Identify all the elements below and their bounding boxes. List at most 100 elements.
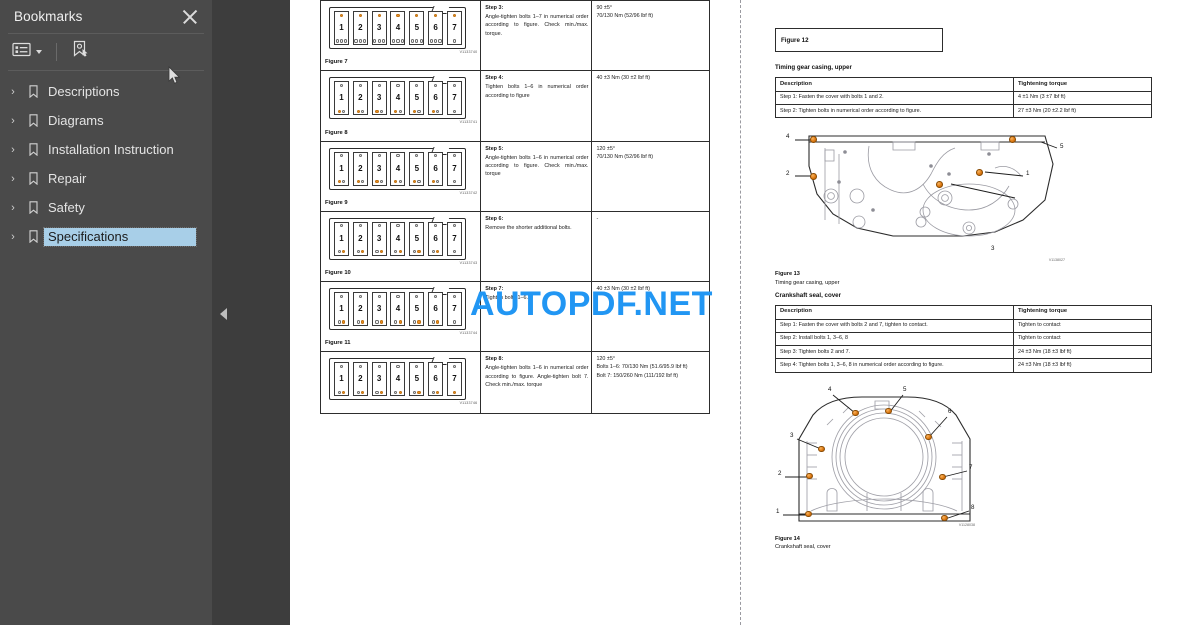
- sidebar-item-specifications[interactable]: › Specifications: [0, 222, 212, 251]
- bolt-cell: 6: [428, 292, 444, 326]
- figure-cell: 1 2 3 4 5 6 7 V1133742 Figure 9: [319, 140, 482, 212]
- bolt-cell: 1: [334, 362, 349, 397]
- bolt-cell: 5: [409, 151, 425, 186]
- sidebar-item-label: Repair: [48, 170, 87, 186]
- list-options-icon: [12, 42, 31, 62]
- step-title: Step 6:: [485, 215, 504, 222]
- column-header-torque: Tightening torque: [1013, 304, 1152, 320]
- bolt-cell: 7: [446, 151, 462, 186]
- new-bookmark-button[interactable]: [69, 37, 92, 67]
- figure-caption: Figure 9: [325, 199, 348, 206]
- table-row: 1 2 3 4 5 6 7 V1133744 Figure 11 Step 7:…: [319, 280, 710, 353]
- image-code: V1133742: [459, 190, 478, 195]
- callout-3: 3: [790, 431, 794, 439]
- step-description-cell: Step 7: Tighten bolts 1–6.: [480, 280, 593, 353]
- figure-13-diagram: 4 2 1 5 3 V1138027: [773, 124, 1073, 264]
- image-code: V1133746: [459, 401, 478, 406]
- torque-cell: 40 ±3 Nm (30 ±2 lbf ft): [591, 280, 710, 353]
- expander-icon[interactable]: ›: [4, 86, 22, 98]
- image-code: V1133740: [459, 50, 478, 54]
- table-row: 1 2 3 4 5 6 7 V1133746 Step 8: Angle-tig…: [319, 351, 710, 414]
- torque-cell: -: [591, 210, 710, 283]
- table-row: Step 2: Install bolts 1, 3–6, 8 Tighten …: [775, 331, 1152, 347]
- sidebar-item-safety[interactable]: › Safety: [0, 193, 212, 222]
- table-row: Step 3: Tighten bolts 2 and 7. 24 ±3 Nm …: [775, 345, 1152, 360]
- document-page-left: 1 2 3 4 5 6 7 V1133740 Figure 7 Step 3: …: [319, 0, 710, 625]
- step-title: Step 8:: [485, 356, 504, 363]
- bookmark-icon: [22, 143, 44, 156]
- bolt-cell: 7: [446, 11, 462, 45]
- sidebar-item-label: Specifications: [43, 226, 197, 247]
- figure-12-box: Figure 12: [775, 28, 943, 52]
- torque-cell: 90 ±5° 70/130 Nm (52/96 lbf ft): [591, 0, 710, 72]
- bookmark-icon: [22, 201, 44, 214]
- bolt-cell: 3: [371, 151, 387, 186]
- expander-icon[interactable]: ›: [4, 115, 22, 127]
- bolt-cell: 5: [409, 11, 425, 45]
- step-description-cell: Step 5: Angle-tighten bolts 1–6 in numer…: [480, 140, 593, 212]
- sidebar-item-repair[interactable]: › Repair: [0, 164, 212, 193]
- torque-value: -: [596, 215, 599, 222]
- sidebar-item-label: Descriptions: [48, 83, 120, 99]
- step-body: Tighten bolts 1–6 in numerical order acc…: [485, 84, 589, 99]
- figure-caption: Figure 7: [325, 59, 348, 66]
- step-description-cell: Step 3: Angle-tighten bolts 1–7 in numer…: [480, 0, 593, 72]
- sidebar-item-label: Safety: [48, 199, 85, 215]
- step-body: Angle-tighten bolts 1–6 in numerical ord…: [485, 154, 589, 178]
- callout-2: 2: [786, 170, 790, 178]
- figure-14-label: Figure 14: [775, 535, 800, 542]
- cell-description: Step 2: Install bolts 1, 3–6, 8: [775, 331, 1014, 347]
- figure-14-diagram: 4 5 6 3 2 7 1 8 V1128038: [767, 381, 1037, 531]
- bookmark-icon: [22, 230, 44, 243]
- sidebar-item-installation-instruction[interactable]: › Installation Instruction: [0, 135, 212, 164]
- bolt-cell: 4: [390, 292, 406, 326]
- list-options-button[interactable]: [10, 39, 44, 65]
- step-body: Remove the shorter additional bolts.: [485, 224, 572, 231]
- figure-cell: 1 2 3 4 5 6 7 V1133744 Figure 11: [319, 280, 482, 353]
- sidebar-item-diagrams[interactable]: › Diagrams: [0, 106, 212, 135]
- expander-icon[interactable]: ›: [4, 231, 22, 243]
- timing-gear-casing-illustration: [795, 135, 1058, 237]
- expander-icon[interactable]: ›: [4, 202, 22, 214]
- torque-value: Bolt 7: 150/260 Nm (111/192 lbf ft): [596, 372, 679, 379]
- bolt-cell: 2: [352, 81, 368, 116]
- bolt-cell: 3: [371, 81, 387, 116]
- bolt-marker-4: [810, 136, 817, 143]
- figure-13-label: Figure 13: [775, 271, 800, 278]
- bolt-cell: 5: [409, 81, 425, 116]
- step-title: Step 7:: [485, 286, 504, 292]
- timing-gear-casing-torque-table: Description Tightening torque Step 1: Fa…: [775, 77, 1152, 119]
- cell-description: Step 1: Fasten the cover with bolts 1 an…: [775, 90, 1014, 106]
- callout-7: 7: [969, 463, 973, 471]
- figure-caption: Figure 10: [325, 270, 351, 277]
- toolbar-divider: [56, 43, 57, 61]
- bolt-cell: 2: [352, 151, 368, 186]
- bolt-cell: 1: [334, 11, 349, 45]
- panel-title: Bookmarks: [14, 9, 83, 24]
- pdf-document-view[interactable]: 1 2 3 4 5 6 7 V1133740 Figure 7 Step 3: …: [290, 0, 1200, 625]
- callout-8: 8: [971, 503, 975, 511]
- bolt-cell: 1: [334, 292, 349, 326]
- figure-cell: 1 2 3 4 5 6 7 V1133741 Figure 8: [319, 70, 482, 142]
- bolt-marker-3: [936, 181, 943, 188]
- cell-torque: 4 ±1 Nm (3 ±7 lbf ft): [1013, 90, 1152, 106]
- expander-icon[interactable]: ›: [4, 144, 22, 156]
- image-code: V1133741: [459, 120, 478, 125]
- bookmark-icon: [22, 85, 44, 98]
- step-title: Step 3:: [485, 5, 504, 11]
- step-description-cell: Step 8: Angle-tighten bolts 1–6 in numer…: [480, 351, 593, 414]
- table-row: 1 2 3 4 5 6 7 V1133743 Figure 10 Step 6:…: [319, 210, 710, 283]
- bolt-cell: 5: [409, 221, 425, 256]
- bolt-marker-8: [941, 514, 948, 522]
- bookmarks-panel-header: Bookmarks: [0, 0, 212, 33]
- bolt-cell: 5: [409, 292, 425, 326]
- torque-value: 40 ±3 Nm (30 ±2 lbf ft): [596, 286, 650, 292]
- bolt-cell: 1: [334, 81, 349, 116]
- torque-value: Bolts 1–6: 70/130 Nm (51.6/95.9 lbf ft): [596, 364, 688, 371]
- callout-3: 3: [991, 245, 995, 253]
- bolt-marker-6: [925, 433, 932, 441]
- expander-icon[interactable]: ›: [4, 173, 22, 185]
- collapse-panel-arrow-icon[interactable]: [220, 308, 227, 320]
- table-row: Step 1: Fasten the cover with bolts 1 an…: [775, 90, 1152, 106]
- close-icon[interactable]: [180, 7, 200, 27]
